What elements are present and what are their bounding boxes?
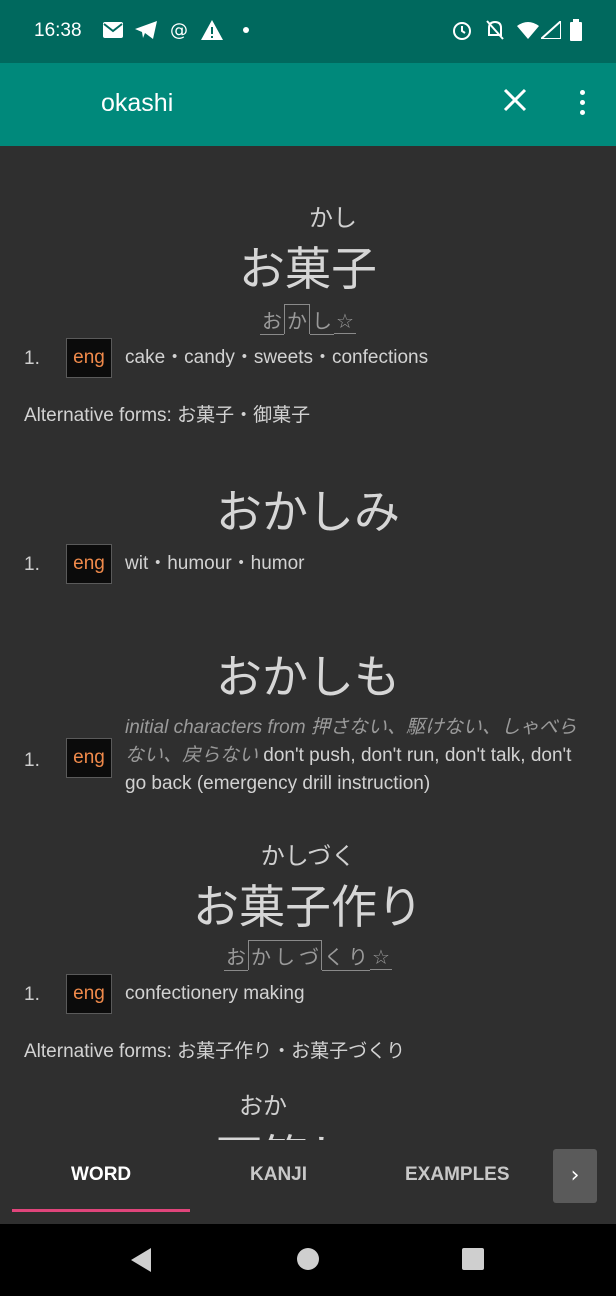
tab-word[interactable]: WORD bbox=[71, 1164, 131, 1186]
search-input[interactable]: okashi bbox=[101, 89, 173, 118]
tab-examples[interactable]: EXAMPLES bbox=[405, 1164, 510, 1186]
recents-icon[interactable] bbox=[462, 1248, 484, 1270]
more-vert-icon[interactable] bbox=[570, 90, 594, 120]
furigana: おか bbox=[239, 1092, 287, 1120]
alternative-forms: Alternative forms: お菓子作り・お菓子づくり bbox=[24, 1041, 406, 1062]
battery-icon bbox=[565, 18, 587, 42]
signal-icon bbox=[540, 18, 562, 42]
bell-off-icon bbox=[484, 18, 506, 42]
language-tag: eng bbox=[66, 544, 112, 584]
system-nav-bar bbox=[0, 1224, 616, 1296]
chevron-right-icon[interactable]: › bbox=[553, 1149, 597, 1203]
search-app-bar: okashi bbox=[0, 63, 616, 146]
headword[interactable]: おかしも bbox=[0, 641, 616, 707]
dot-icon bbox=[235, 18, 257, 42]
warning-icon bbox=[201, 18, 223, 42]
headword[interactable]: 可笑しい bbox=[0, 1121, 616, 1140]
headword[interactable]: お菓子 bbox=[0, 233, 616, 299]
alarm-icon bbox=[451, 18, 473, 42]
gloss: initial characters from 押さない、駆けない、しゃべらない… bbox=[125, 717, 577, 794]
entry-header: おかしみ bbox=[0, 476, 616, 542]
pitch-accent: おかしづくり ☆ bbox=[0, 940, 616, 971]
gloss: confectionery making bbox=[125, 983, 305, 1004]
furigana: かし bbox=[309, 204, 357, 232]
status-time: 16:38 bbox=[34, 20, 82, 41]
close-icon[interactable] bbox=[500, 88, 530, 118]
language-tag: eng bbox=[66, 738, 112, 778]
at-icon: @ bbox=[170, 19, 188, 41]
pitch-accent: おかし ☆ bbox=[0, 304, 616, 335]
entry-header: かし お菓子 bbox=[0, 198, 616, 299]
entry-header: おか 可笑しい bbox=[0, 1086, 616, 1140]
headword[interactable]: おかしみ bbox=[0, 476, 616, 542]
telegram-icon bbox=[135, 18, 157, 42]
favorite-star-icon[interactable]: ☆ bbox=[370, 945, 392, 970]
tab-indicator bbox=[12, 1209, 190, 1212]
alternative-forms: Alternative forms: お菓子・御菓子 bbox=[24, 405, 311, 426]
language-tag: eng bbox=[66, 338, 112, 378]
wifi-icon bbox=[517, 18, 539, 42]
headword[interactable]: お菓子作り bbox=[0, 871, 616, 937]
gloss: wit・humour・humor bbox=[125, 553, 305, 574]
results-list[interactable]: かし お菓子 おかし ☆ 1. eng cake・candy・sweets・con… bbox=[0, 146, 616, 1140]
tab-kanji[interactable]: KANJI bbox=[250, 1164, 307, 1186]
entry-header: おかしも bbox=[0, 641, 616, 707]
back-icon[interactable] bbox=[131, 1248, 151, 1272]
entry-header: かしづく お菓子作り bbox=[0, 836, 616, 937]
mail-icon bbox=[102, 18, 124, 42]
favorite-star-icon[interactable]: ☆ bbox=[334, 309, 356, 334]
gloss: cake・candy・sweets・confections bbox=[125, 347, 429, 368]
tab-bar: WORD KANJI EXAMPLES › bbox=[0, 1140, 616, 1224]
status-bar: 16:38 @ bbox=[0, 0, 616, 63]
home-icon[interactable] bbox=[297, 1248, 319, 1270]
furigana: かしづく bbox=[260, 842, 356, 870]
language-tag: eng bbox=[66, 974, 112, 1014]
